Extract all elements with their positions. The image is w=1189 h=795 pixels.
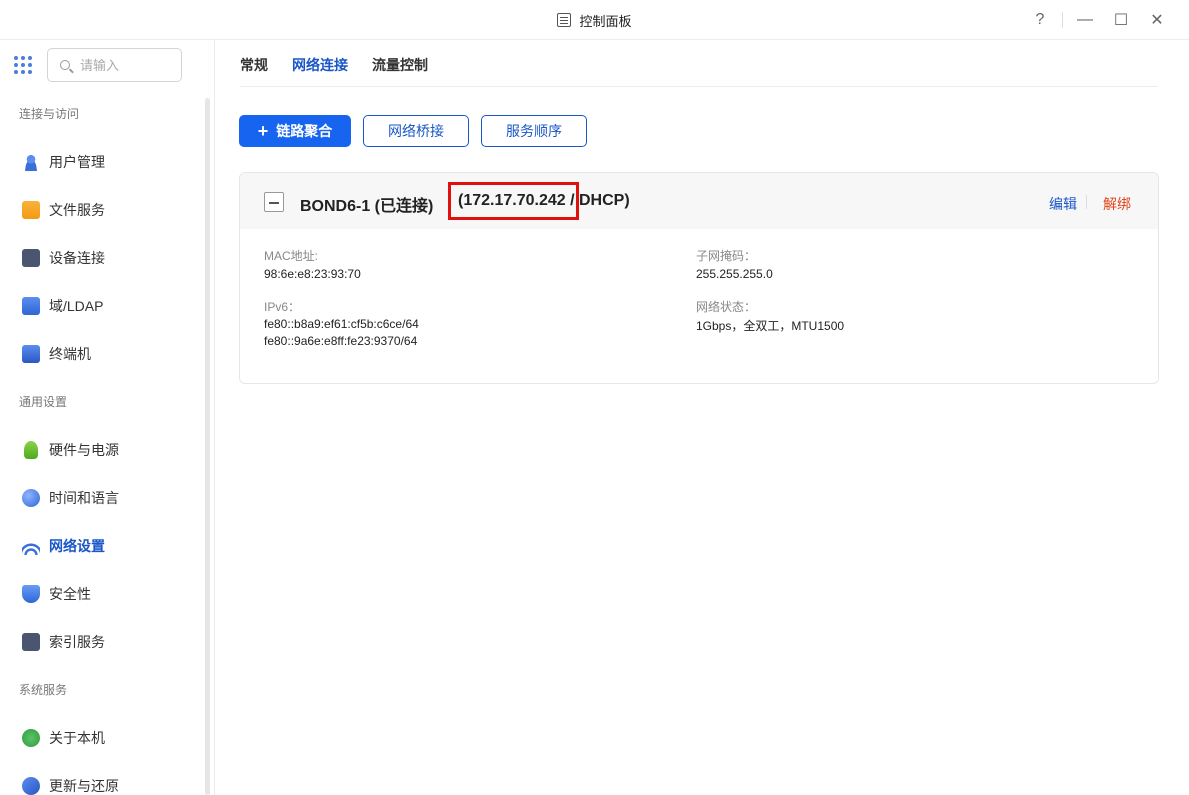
refresh-icon — [22, 777, 40, 795]
sidebar-item-label: 关于本机 — [49, 730, 105, 746]
search-icon — [60, 60, 70, 70]
section-general-settings: 通用设置 — [19, 395, 68, 409]
globe-icon — [22, 489, 40, 507]
maximize-button[interactable]: ☐ — [1103, 0, 1139, 40]
ipv6-value-2: fe80::9a6e:e8ff:fe23:9370/64 — [264, 334, 418, 348]
tab-general[interactable]: 常规 — [240, 40, 268, 87]
folder-icon — [22, 201, 40, 219]
tab-network-connection[interactable]: 网络连接 — [292, 40, 348, 87]
sidebar-item-user-management[interactable]: 用户管理 — [0, 138, 214, 186]
sidebar-item-about[interactable]: 关于本机 — [0, 714, 214, 762]
sidebar-item-label: 网络设置 — [49, 538, 105, 554]
info-icon — [22, 729, 40, 747]
interface-card-header: BOND6-1 (已连接) (172.17.70.242 / DHCP) 编辑 … — [240, 173, 1158, 229]
sidebar-item-label: 索引服务 — [49, 634, 105, 650]
sidebar-header — [0, 40, 214, 90]
power-icon — [24, 441, 38, 459]
window-title: 控制面板 — [579, 13, 632, 29]
service-order-button[interactable]: 服务顺序 — [481, 115, 587, 147]
sidebar-item-network-settings[interactable]: 网络设置 — [0, 522, 214, 570]
ipv6-label: IPv6： — [264, 300, 301, 314]
control-panel-icon — [557, 13, 572, 27]
wifi-icon — [22, 537, 40, 555]
minimize-button[interactable]: — — [1067, 0, 1103, 40]
network-status-label: 网络状态： — [696, 300, 757, 314]
sidebar-item-label: 更新与还原 — [49, 778, 119, 794]
sidebar-item-hardware-power[interactable]: 硬件与电源 — [0, 426, 214, 474]
sidebar-item-file-service[interactable]: 文件服务 — [0, 186, 214, 234]
sidebar-item-terminal[interactable]: 终端机 — [0, 330, 214, 378]
sidebar-item-device-connect[interactable]: 设备连接 — [0, 234, 214, 282]
section-connect-access: 连接与访问 — [19, 107, 80, 121]
help-button[interactable]: ? — [1022, 0, 1058, 40]
collapse-toggle[interactable] — [264, 192, 284, 212]
sidebar-item-label: 终端机 — [49, 346, 91, 362]
sidebar-item-label: 硬件与电源 — [49, 442, 119, 458]
unbind-link[interactable]: 解绑 — [1103, 194, 1131, 214]
title-bar: 控制面板 ? — ☐ ✕ — [0, 0, 1189, 40]
search-input[interactable] — [80, 57, 170, 73]
search-box[interactable] — [47, 48, 182, 82]
interface-card: BOND6-1 (已连接) (172.17.70.242 / DHCP) 编辑 … — [239, 172, 1159, 384]
sidebar-item-update-restore[interactable]: 更新与还原 — [0, 762, 214, 795]
subnet-mask-value: 255.255.255.0 — [696, 267, 773, 281]
sidebar-item-index-service[interactable]: 索引服务 — [0, 618, 214, 666]
window-title-area: 控制面板 — [0, 0, 1189, 40]
sidebar-item-label: 时间和语言 — [49, 490, 119, 506]
ldap-icon — [22, 297, 40, 315]
sidebar: 连接与访问 用户管理 文件服务 设备连接 域/LDAP 终端机 通用设置 硬件与… — [0, 40, 215, 795]
terminal-icon — [22, 345, 40, 363]
plus-icon: + — [257, 121, 269, 141]
shield-icon — [22, 585, 40, 603]
interface-name: BOND6-1 (已连接) — [300, 198, 434, 215]
subnet-mask-label: 子网掩码： — [696, 249, 757, 263]
users-icon — [22, 153, 40, 171]
link-aggregation-button[interactable]: + 链路聚合 — [239, 115, 351, 147]
index-icon — [22, 633, 40, 651]
sidebar-item-ldap[interactable]: 域/LDAP — [0, 282, 214, 330]
action-toolbar: + 链路聚合 网络桥接 服务顺序 — [239, 115, 587, 147]
sidebar-item-time-language[interactable]: 时间和语言 — [0, 474, 214, 522]
mac-value: 98:6e:e8:23:93:70 — [264, 267, 361, 281]
sidebar-item-security[interactable]: 安全性 — [0, 570, 214, 618]
main-content: 常规 网络连接 流量控制 + 链路聚合 网络桥接 服务顺序 BOND6-1 (已… — [215, 40, 1189, 795]
tab-traffic-control[interactable]: 流量控制 — [372, 40, 428, 87]
tab-bar: 常规 网络连接 流量控制 — [240, 40, 1158, 87]
edit-link[interactable]: 编辑 — [1049, 194, 1077, 214]
section-system-services: 系统服务 — [19, 683, 68, 697]
link-aggregation-label: 链路聚合 — [276, 123, 333, 139]
network-status-value: 1Gbps，全双工，MTU1500 — [696, 319, 845, 333]
window-controls-divider — [1062, 12, 1063, 28]
sidebar-item-label: 设备连接 — [49, 250, 105, 266]
action-divider — [1086, 195, 1087, 209]
network-bridge-button[interactable]: 网络桥接 — [363, 115, 469, 147]
sidebar-item-label: 文件服务 — [49, 202, 105, 218]
sidebar-scrollbar[interactable] — [205, 98, 210, 795]
sidebar-item-label: 域/LDAP — [49, 298, 104, 314]
device-icon — [22, 249, 40, 267]
sidebar-item-label: 安全性 — [49, 586, 91, 602]
window-controls: ? — ☐ ✕ — [1022, 0, 1175, 40]
close-button[interactable]: ✕ — [1139, 0, 1175, 40]
mac-label: MAC地址: — [264, 249, 319, 263]
app-grid-icon[interactable] — [14, 56, 32, 74]
ipv6-value-1: fe80::b8a9:ef61:cf5b:c6ce/64 — [264, 317, 419, 331]
sidebar-item-label: 用户管理 — [49, 154, 105, 170]
interface-ip: (172.17.70.242 / DHCP) — [458, 192, 630, 209]
